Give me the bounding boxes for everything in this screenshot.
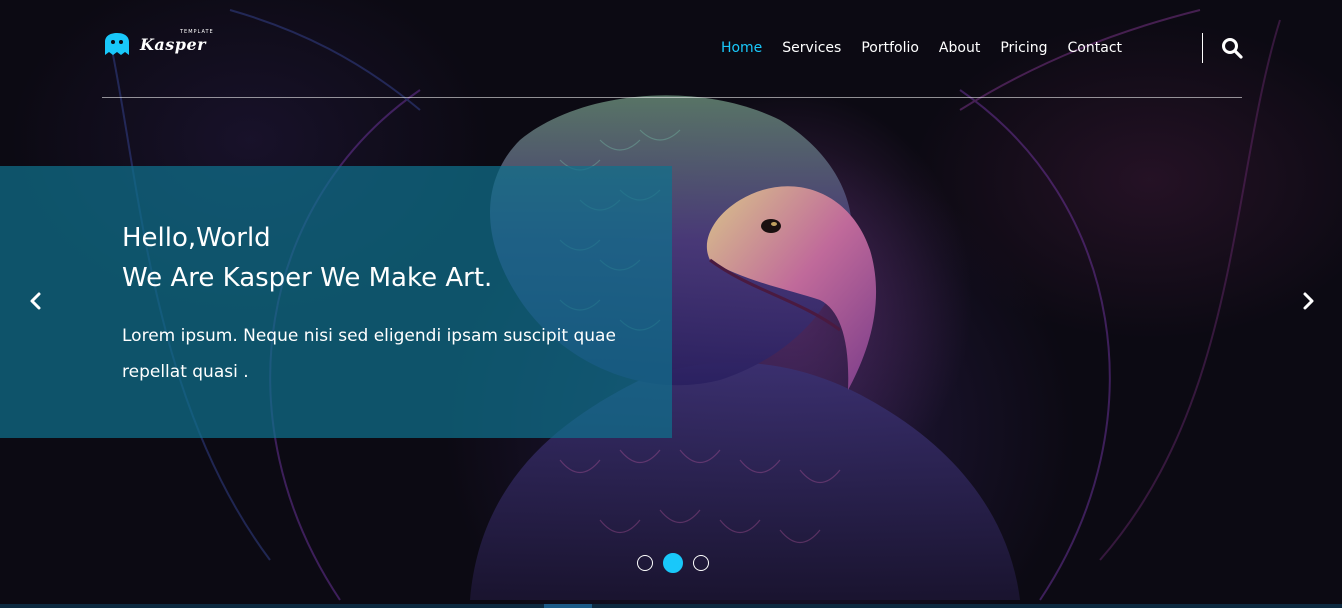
ghost-logo-icon <box>105 33 129 55</box>
chevron-left-icon[interactable] <box>26 290 46 312</box>
slide-content-panel: Hello,World We Are Kasper We Make Art. L… <box>0 166 672 438</box>
nav-services[interactable]: Services <box>772 38 851 58</box>
nav-divider <box>1202 33 1203 63</box>
bottom-strip-segment <box>544 604 592 608</box>
slide-heading-line1: Hello,World <box>122 223 271 253</box>
main-nav: Home Services Portfolio About Pricing Co… <box>711 38 1132 58</box>
slider-bullet-3[interactable] <box>693 555 709 571</box>
logo[interactable]: TEMPLATE Kasper <box>102 29 224 57</box>
search-icon[interactable] <box>1221 37 1243 59</box>
slide-heading-line2: We Are Kasper We Make Art. <box>122 263 493 293</box>
slider-bullets <box>637 553 709 573</box>
nav-portfolio[interactable]: Portfolio <box>851 38 929 58</box>
slider-bullet-2[interactable] <box>663 553 683 573</box>
nav-contact[interactable]: Contact <box>1058 38 1132 58</box>
nav-home[interactable]: Home <box>711 38 772 58</box>
bottom-strip <box>0 604 1342 608</box>
site-header: TEMPLATE Kasper Home Services Portfolio … <box>102 0 1243 98</box>
chevron-right-icon[interactable] <box>1298 290 1318 312</box>
slide-text: Lorem ipsum. Neque nisi sed eligendi ips… <box>122 326 616 382</box>
slide-heading: Hello,World We Are Kasper We Make Art. <box>122 218 642 298</box>
nav-about[interactable]: About <box>929 38 990 58</box>
nav-pricing[interactable]: Pricing <box>990 38 1057 58</box>
slider-bullet-1[interactable] <box>637 555 653 571</box>
logo-text: Kasper <box>140 35 207 54</box>
